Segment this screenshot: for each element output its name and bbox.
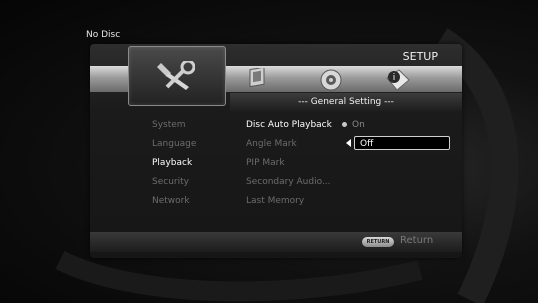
value-off-selected[interactable]: Off	[354, 136, 450, 150]
return-label[interactable]: Return	[400, 235, 433, 246]
category-system[interactable]: System	[152, 120, 186, 130]
left-arrow-icon	[346, 139, 351, 147]
value-on[interactable]: On	[342, 120, 365, 130]
setup-title: SETUP	[402, 50, 438, 63]
section-title: --- General Setting ---	[298, 97, 394, 107]
value-on-label: On	[352, 120, 365, 130]
tools-icon	[157, 61, 195, 90]
disc-status: No Disc	[86, 30, 121, 40]
option-angle-mark[interactable]: Angle Mark	[246, 139, 297, 149]
tab-general[interactable]	[128, 46, 226, 106]
speaker-icon	[320, 69, 342, 91]
display-icon	[249, 68, 265, 88]
tab-audio[interactable]	[319, 68, 343, 92]
category-playback[interactable]: Playback	[152, 158, 192, 168]
category-network[interactable]: Network	[152, 196, 190, 206]
svg-text:i: i	[393, 73, 396, 83]
setup-menu-panel: SETUP i --- General Setting --- System L…	[90, 44, 462, 258]
option-last-memory[interactable]: Last Memory	[246, 196, 304, 206]
tab-information[interactable]: i	[385, 68, 411, 92]
info-icon: i	[386, 69, 410, 91]
radio-dot-icon	[342, 122, 347, 127]
tab-display[interactable]	[248, 68, 268, 90]
category-language[interactable]: Language	[152, 139, 196, 149]
category-security[interactable]: Security	[152, 177, 189, 187]
option-pip-mark[interactable]: PIP Mark	[246, 158, 285, 168]
option-disc-auto-playback[interactable]: Disc Auto Playback	[246, 120, 332, 130]
return-button-icon: RETURN	[362, 237, 394, 247]
option-secondary-audio[interactable]: Secondary Audio...	[246, 177, 331, 187]
